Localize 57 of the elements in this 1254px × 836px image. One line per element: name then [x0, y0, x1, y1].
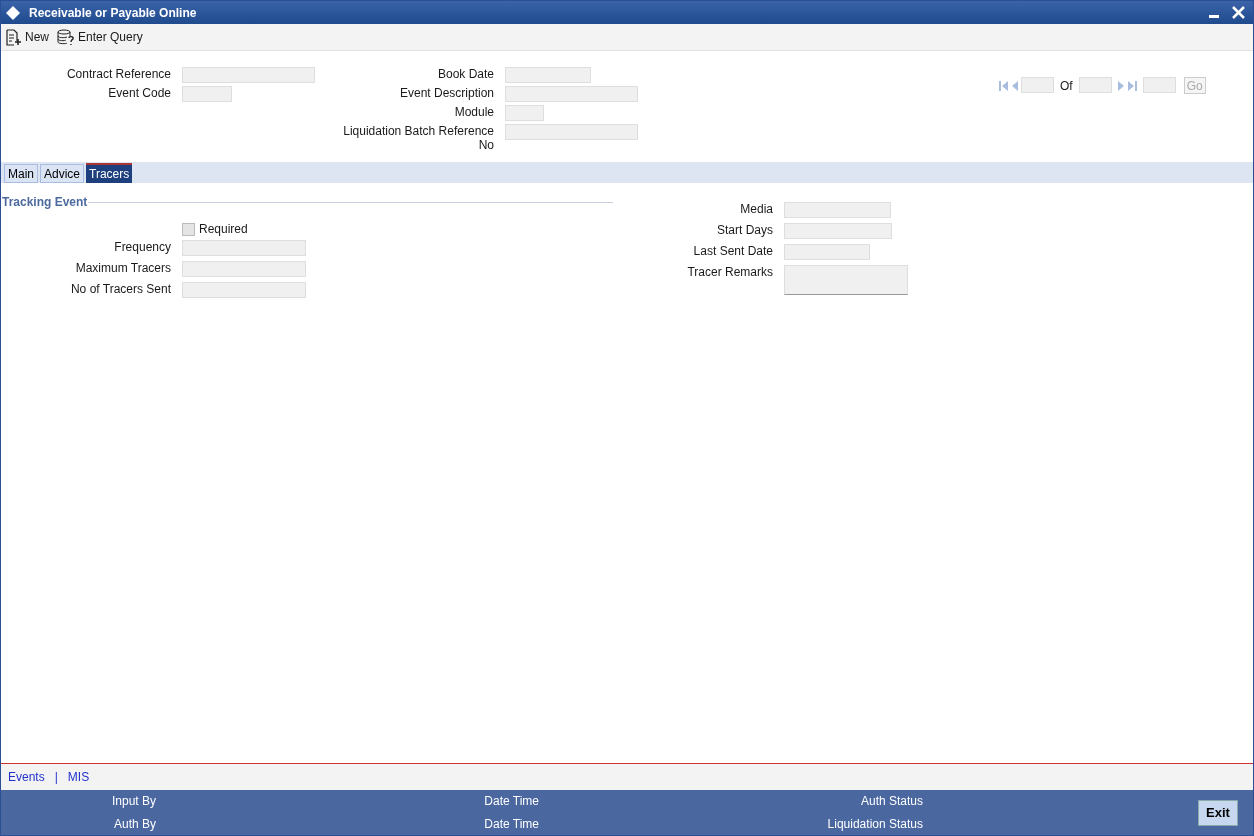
separator: | — [54, 769, 58, 786]
input-field[interactable] — [505, 67, 591, 83]
audit-label: Input By — [110, 793, 156, 810]
input-field[interactable] — [784, 265, 908, 295]
close-icon[interactable] — [1232, 6, 1245, 19]
input-field[interactable] — [784, 202, 891, 218]
enter-query-button[interactable]: Enter Query — [57, 28, 143, 46]
footer-link[interactable]: Events — [8, 768, 45, 786]
input-field[interactable] — [182, 240, 306, 256]
input-field[interactable] — [784, 223, 892, 239]
field-label: Book Date — [436, 67, 494, 81]
total-field[interactable] — [1078, 77, 1112, 93]
field-label: No of Tracers Sent — [69, 282, 171, 296]
new-button[interactable]: New — [5, 28, 49, 46]
input-field[interactable] — [182, 86, 232, 102]
page-field[interactable] — [1021, 77, 1054, 93]
field-label: Event Code — [107, 86, 171, 100]
window-title: Receivable or Payable Online — [29, 4, 197, 22]
footer-link[interactable]: MIS — [67, 768, 90, 786]
required-checkbox[interactable] — [182, 222, 195, 236]
audit-label: Liquidation Status — [826, 816, 923, 833]
diamond-icon — [5, 4, 21, 21]
tab[interactable]: Main — [4, 164, 38, 183]
field-label: Frequency — [113, 240, 171, 254]
previous-icon[interactable] — [1010, 80, 1019, 92]
field-label: Contract Reference — [65, 67, 171, 81]
document-plus-icon — [5, 28, 22, 46]
tab[interactable]: Advice — [40, 164, 85, 183]
tab[interactable]: Tracers — [86, 163, 133, 183]
section-title: Tracking Event — [1, 194, 88, 211]
input-field[interactable] — [505, 86, 638, 102]
input-field[interactable] — [505, 124, 638, 140]
field-label: Start Days — [716, 223, 773, 237]
last-page-icon[interactable] — [1127, 80, 1137, 92]
input-field[interactable] — [182, 67, 315, 83]
field-label: Media — [739, 202, 773, 216]
input-field[interactable] — [505, 105, 544, 121]
first-page-icon[interactable] — [999, 80, 1008, 92]
field-label: Liquidation Batch Reference No — [342, 124, 494, 152]
audit-label: Date Time — [483, 793, 540, 810]
field-label: Tracer Remarks — [686, 265, 773, 279]
audit-label: Auth By — [112, 816, 156, 833]
checkbox-label: Required — [199, 221, 248, 238]
database-question-icon — [57, 28, 75, 46]
audit-label: Auth Status — [859, 793, 923, 810]
next-icon[interactable] — [1116, 80, 1126, 92]
field-label: Event Description — [398, 86, 494, 100]
audit-label: Date Time — [483, 816, 540, 833]
input-field[interactable] — [784, 244, 870, 260]
input-field[interactable] — [182, 261, 306, 277]
exit-button[interactable]: Exit — [1198, 799, 1238, 826]
input-field[interactable] — [182, 282, 306, 298]
field-label: Last Sent Date — [692, 244, 773, 258]
goto-field[interactable] — [1142, 77, 1176, 93]
field-label: Module — [453, 105, 494, 119]
of-label: Of — [1059, 78, 1074, 95]
field-label: Maximum Tracers — [74, 261, 171, 275]
